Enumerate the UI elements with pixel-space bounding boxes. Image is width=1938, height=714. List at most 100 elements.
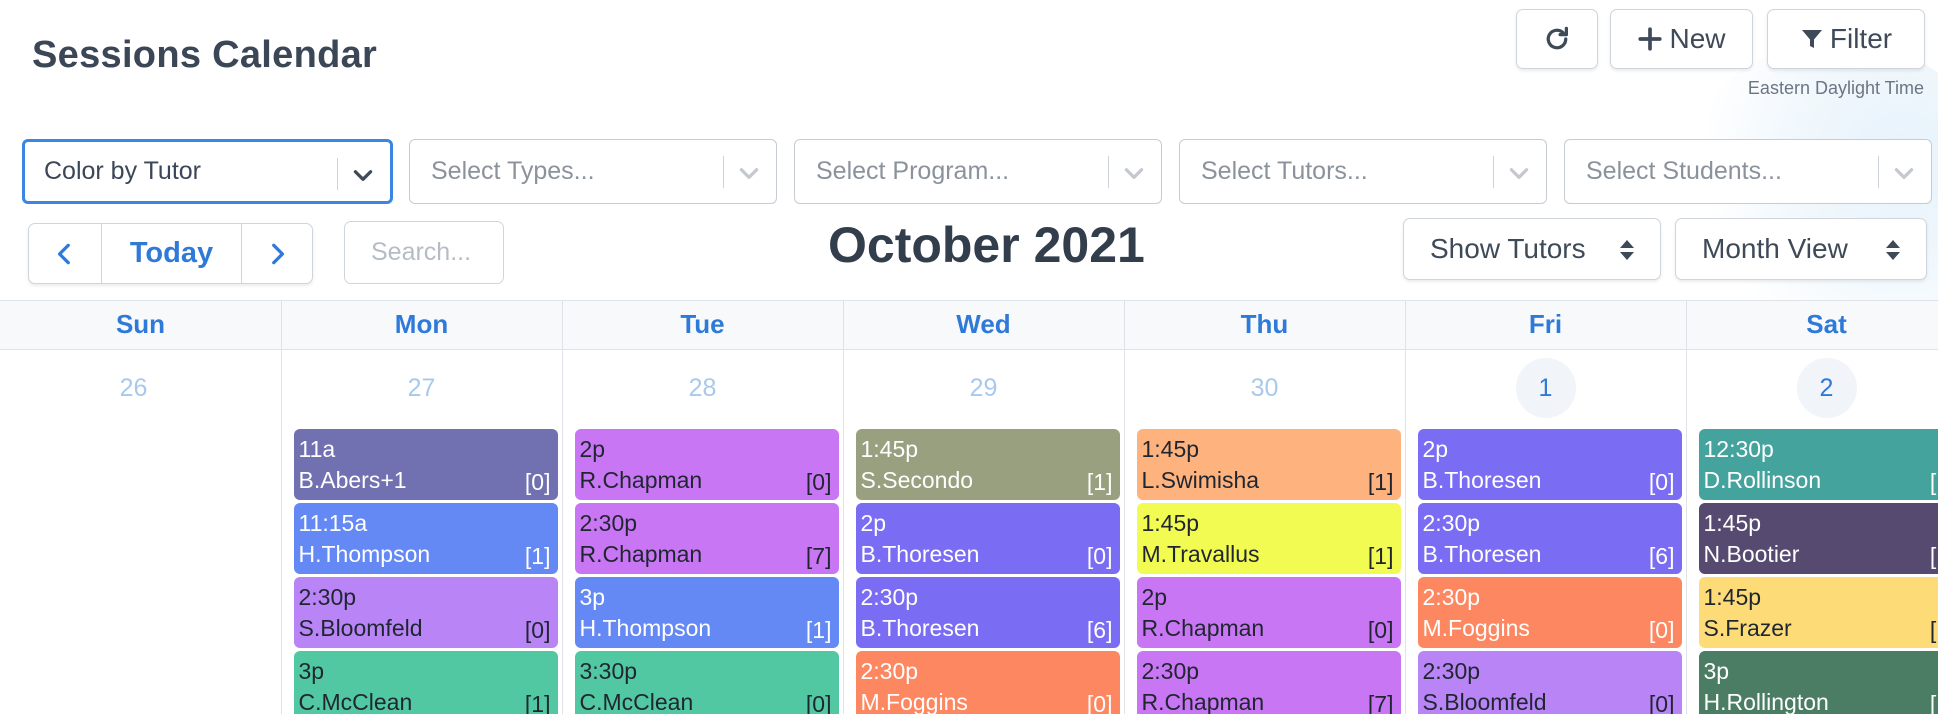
session-event[interactable]: 1:45p N.Bootier [1] — [1698, 503, 1938, 574]
session-count: [6] — [1086, 617, 1113, 643]
session-event[interactable]: 2p R.Chapman [0] — [1136, 577, 1401, 648]
students-select[interactable]: Select Students... — [1564, 139, 1932, 204]
page-title: Sessions Calendar — [32, 34, 378, 76]
session-event[interactable]: 3p H.Thompson [1] — [574, 577, 839, 648]
session-time: 3:30p — [579, 658, 638, 684]
date-navigation: Today — [28, 223, 313, 284]
tutors-placeholder: Select Tutors... — [1201, 157, 1368, 185]
session-event[interactable]: 1:45p S.Frazer [1] — [1698, 577, 1938, 648]
search-input[interactable] — [344, 221, 504, 284]
session-count: [0] — [1086, 691, 1113, 714]
session-count: [1] — [1367, 469, 1394, 495]
session-name: B.Thoresen — [860, 541, 980, 567]
session-name: S.Bloomfeld — [298, 615, 423, 641]
calendar-grid: Sun 26 Mon 27 11a B.Abers+1 [0] 11:15a H.Thompso… — [0, 300, 1938, 714]
session-event[interactable]: 1:45p M.Travallus [1] — [1136, 503, 1401, 574]
show-tutors-dropdown[interactable]: Show Tutors — [1403, 218, 1661, 280]
session-event[interactable]: 3p C.McClean [1] — [293, 651, 558, 714]
session-event[interactable]: 3:30p C.McClean [0] — [574, 651, 839, 714]
timezone-label: Eastern Daylight Time — [1747, 78, 1924, 98]
previous-month-button[interactable] — [29, 224, 102, 283]
session-name: R.Chapman — [579, 541, 703, 567]
session-time: 2:30p — [298, 584, 357, 610]
session-event[interactable]: 12:30p D.Rollinson [1] — [1698, 429, 1938, 500]
month-title: October 2021 — [828, 217, 1145, 273]
session-name: M.Foggins — [860, 689, 968, 714]
chevron-down-icon — [1894, 168, 1914, 179]
session-name: M.Travallus — [1141, 541, 1260, 567]
filter-button[interactable]: Filter — [1767, 9, 1925, 69]
session-count: [0] — [1648, 617, 1675, 643]
session-count: [6] — [1648, 543, 1675, 569]
session-name: B.Thoresen — [1422, 467, 1542, 493]
color-by-select[interactable]: Color by Tutor — [22, 139, 393, 204]
today-button[interactable]: Today — [102, 224, 243, 283]
program-placeholder: Select Program... — [816, 157, 1010, 185]
session-count: [1] — [1929, 543, 1938, 569]
session-event[interactable]: 3p H.Rollington [1] — [1698, 651, 1938, 714]
column-divider — [1124, 300, 1125, 714]
session-count: [1] — [1086, 469, 1113, 495]
session-count: [1] — [524, 691, 551, 714]
next-month-button[interactable] — [242, 224, 312, 283]
column-divider — [562, 300, 563, 714]
date-number[interactable]: 29 — [954, 358, 1014, 418]
show-tutors-label: Show Tutors — [1430, 233, 1586, 264]
session-event[interactable]: 2:30p M.Foggins [0] — [1417, 577, 1682, 648]
session-event[interactable]: 2p B.Thoresen [0] — [855, 503, 1120, 574]
session-count: [0] — [524, 469, 551, 495]
date-number[interactable]: 30 — [1235, 358, 1295, 418]
date-number[interactable]: 1 — [1515, 358, 1576, 418]
weekday-label: Wed — [956, 308, 1011, 339]
session-event[interactable]: 2p R.Chapman [0] — [574, 429, 839, 500]
new-button-label: New — [1669, 23, 1726, 54]
session-event[interactable]: 2p B.Thoresen [0] — [1417, 429, 1682, 500]
sort-updown-icon — [1620, 240, 1634, 260]
chevron-left-icon — [57, 243, 70, 264]
session-event[interactable]: 2:30p R.Chapman [7] — [1136, 651, 1401, 714]
session-event[interactable]: 11:15a H.Thompson [1] — [293, 503, 558, 574]
session-time: 3p — [1703, 658, 1730, 684]
session-event[interactable]: 1:45p L.Swimisha [1] — [1136, 429, 1401, 500]
date-number[interactable]: 28 — [673, 358, 733, 418]
funnel-icon — [1801, 30, 1822, 48]
session-event[interactable]: 2:30p M.Foggins [0] — [855, 651, 1120, 714]
session-name: R.Chapman — [579, 467, 703, 493]
students-placeholder: Select Students... — [1586, 157, 1782, 185]
session-time: 2:30p — [579, 510, 638, 536]
date-number[interactable]: 2 — [1796, 358, 1857, 418]
session-name: L.Swimisha — [1141, 467, 1260, 493]
session-name: D.Rollinson — [1703, 467, 1822, 493]
session-count: [1] — [1929, 469, 1938, 495]
session-event[interactable]: 2:30p B.Thoresen [6] — [855, 577, 1120, 648]
session-name: S.Frazer — [1703, 615, 1792, 641]
session-event[interactable]: 2:30p R.Chapman [7] — [574, 503, 839, 574]
select-separator — [723, 156, 724, 188]
chevron-down-icon — [1509, 168, 1529, 179]
session-time: 2:30p — [860, 658, 919, 684]
view-dropdown[interactable]: Month View — [1675, 218, 1927, 280]
session-name: H.Rollington — [1703, 689, 1829, 714]
new-button[interactable]: New — [1610, 9, 1753, 69]
types-select[interactable]: Select Types... — [409, 139, 777, 204]
chevron-right-icon — [272, 243, 285, 264]
session-event[interactable]: 11a B.Abers+1 [0] — [293, 429, 558, 500]
session-time: 2p — [860, 510, 887, 536]
session-count: [0] — [1367, 617, 1394, 643]
session-name: B.Thoresen — [1422, 541, 1542, 567]
weekday-label: Sun — [115, 308, 166, 339]
session-event[interactable]: 2:30p B.Thoresen [6] — [1417, 503, 1682, 574]
session-event[interactable]: 2:30p S.Bloomfeld [0] — [293, 577, 558, 648]
session-name: H.Thompson — [298, 541, 431, 567]
session-time: 2:30p — [1141, 658, 1200, 684]
session-time: 1:45p — [1141, 510, 1200, 536]
session-event[interactable]: 1:45p S.Secondo [1] — [855, 429, 1120, 500]
session-count: [0] — [1086, 543, 1113, 569]
refresh-button[interactable] — [1516, 9, 1598, 69]
tutors-select[interactable]: Select Tutors... — [1179, 139, 1547, 204]
session-name: R.Chapman — [1141, 689, 1265, 714]
date-number[interactable]: 26 — [104, 358, 164, 418]
session-event[interactable]: 2:30p S.Bloomfeld [0] — [1417, 651, 1682, 714]
date-number[interactable]: 27 — [392, 358, 452, 418]
program-select[interactable]: Select Program... — [794, 139, 1162, 204]
